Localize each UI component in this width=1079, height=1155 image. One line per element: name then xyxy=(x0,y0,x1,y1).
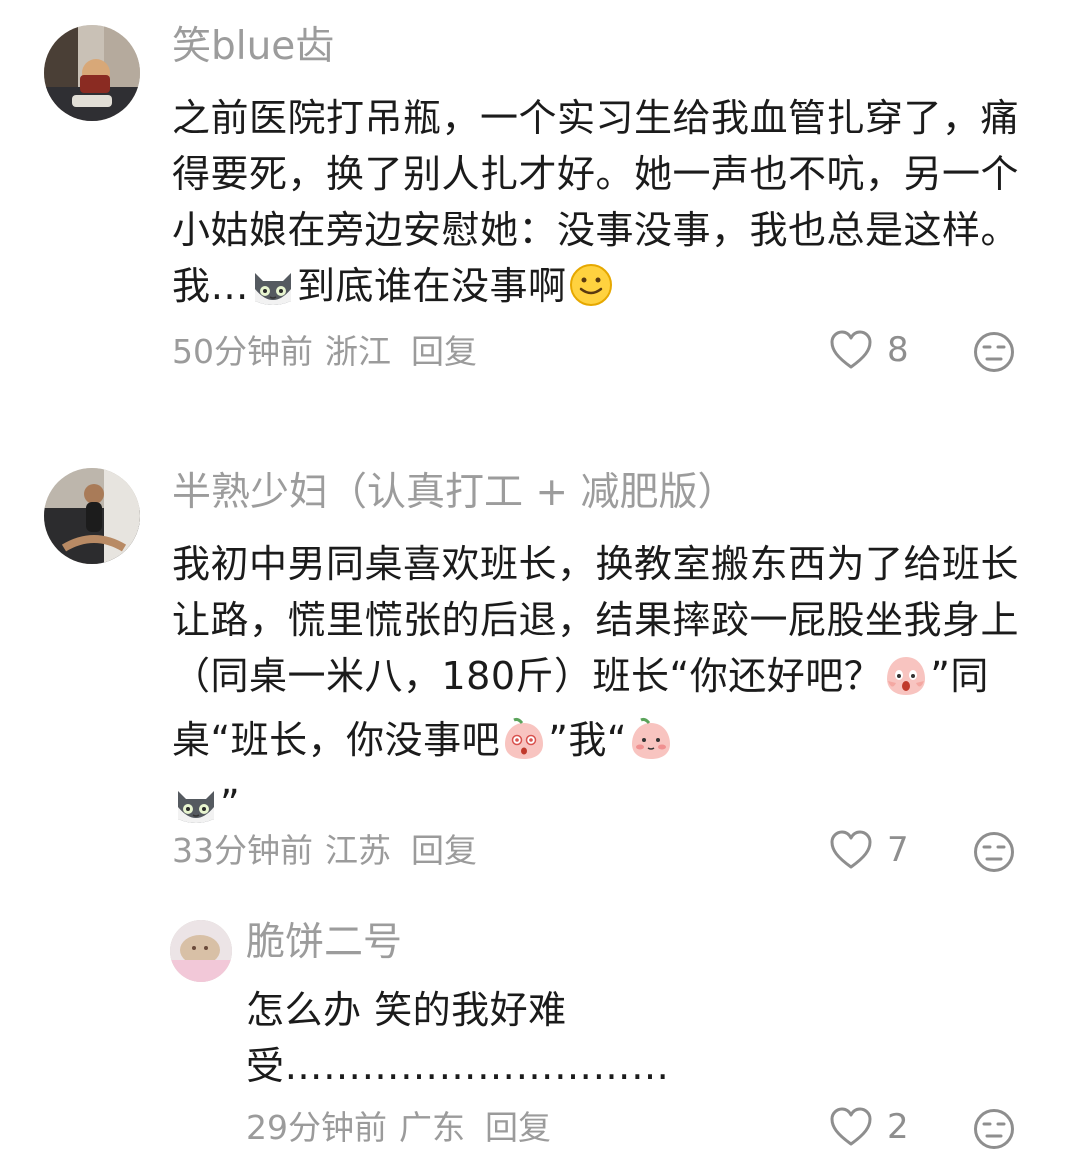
avatar[interactable] xyxy=(170,920,232,982)
comment-meta: 29分钟前 广东 回复 xyxy=(246,1108,563,1148)
reply-button[interactable]: 回复 xyxy=(485,1108,551,1147)
heart-outline-icon xyxy=(830,1107,872,1146)
comment-location: 广东 xyxy=(399,1108,465,1147)
like-count: 2 xyxy=(887,1107,909,1147)
reply-item: 脆饼二号 怎么办 笑的我好难受………………………… 29分钟前 广东 回复 2 xyxy=(0,0,1079,1155)
meh-face-icon xyxy=(974,1109,1014,1149)
like-button[interactable]: 2 xyxy=(829,1107,909,1147)
comment-text: 怎么办 笑的我好难受………………………… xyxy=(246,982,669,1094)
comment-text-part: 怎么办 笑的我好难受………………………… xyxy=(246,988,670,1088)
username[interactable]: 脆饼二号 xyxy=(246,920,402,966)
dislike-button[interactable] xyxy=(973,1108,1015,1154)
comment-time: 29分钟前 xyxy=(246,1108,387,1147)
